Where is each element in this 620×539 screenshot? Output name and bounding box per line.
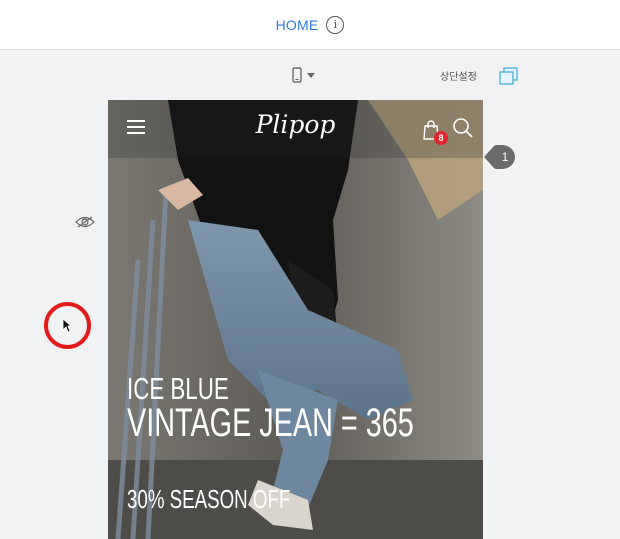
mobile-preview: Plipop 8 ICE BLUE VINTAGE JEAN = 365 30%… [108, 100, 483, 539]
headline-line-3: 30% SEASON OFF [127, 484, 291, 514]
copy-icon[interactable] [499, 67, 518, 85]
page-title[interactable]: HOME [276, 17, 319, 33]
app-header: Plipop 8 [108, 100, 483, 158]
top-settings-label[interactable]: 상단설정 [440, 68, 477, 83]
chevron-down-icon [307, 72, 315, 78]
mobile-phone-icon [292, 67, 302, 83]
cart-button[interactable]: 8 [422, 120, 448, 145]
section-marker-label: 1 [501, 150, 509, 164]
device-selector[interactable] [292, 66, 315, 84]
page-header: HOME i [0, 0, 620, 50]
mouse-cursor-icon [62, 318, 72, 333]
cart-count-badge: 8 [434, 131, 448, 145]
info-icon[interactable]: i [326, 15, 345, 34]
headline-line-2: VINTAGE JEAN = 365 [127, 401, 414, 445]
visibility-eye-icon[interactable] [75, 215, 95, 229]
search-icon[interactable] [452, 117, 474, 139]
hero-photo [108, 100, 483, 539]
